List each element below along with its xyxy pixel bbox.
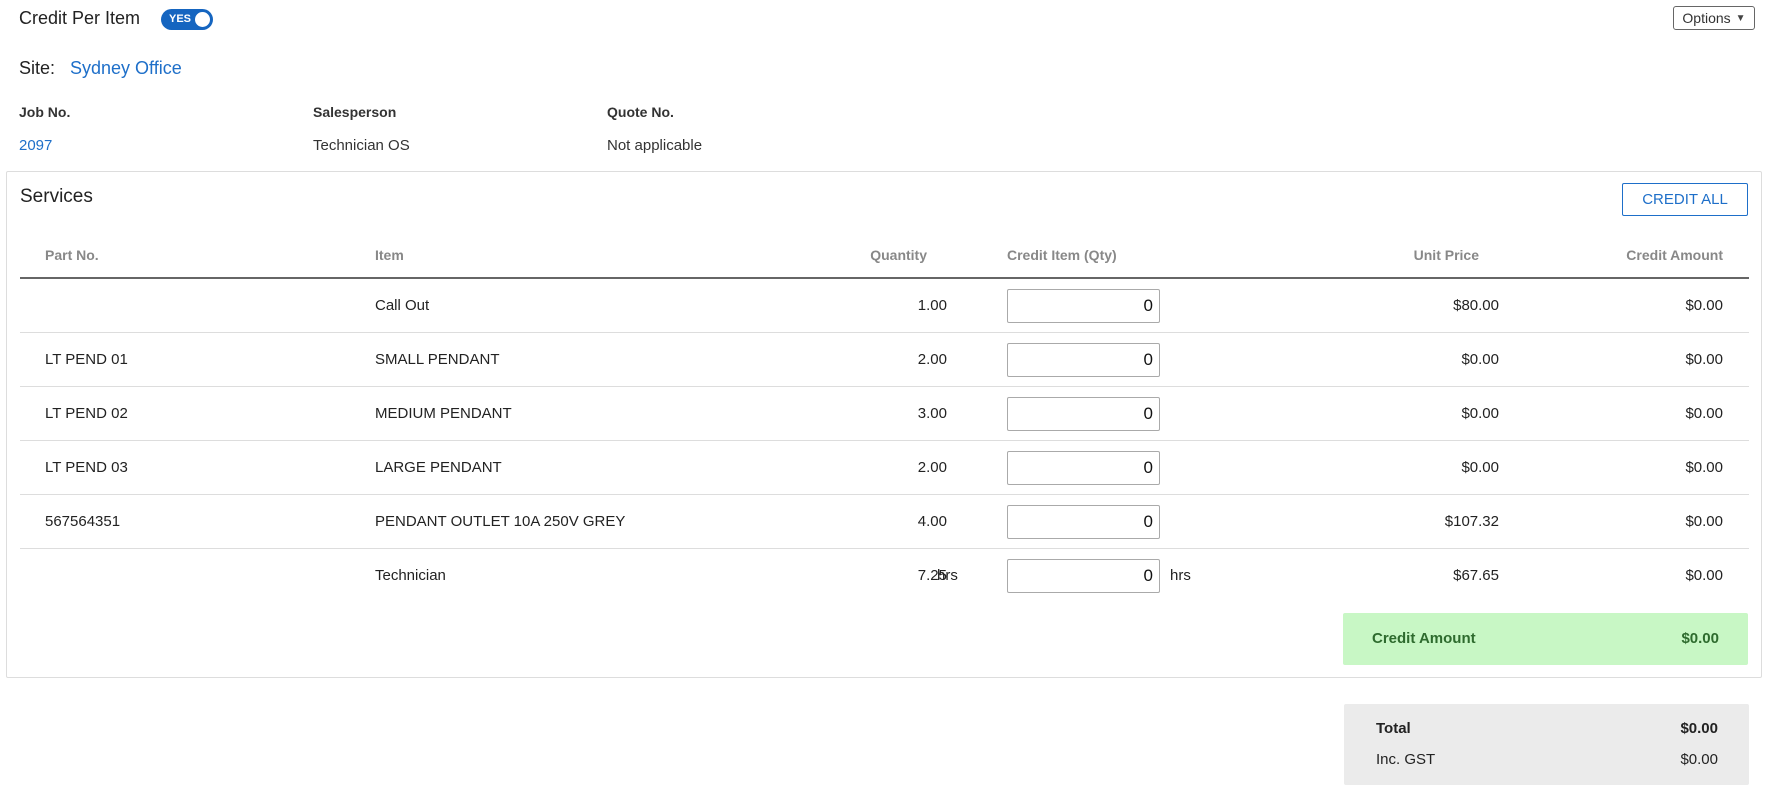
- credit-amount-value: $0.00: [1685, 405, 1723, 422]
- unit-price-value: $0.00: [1461, 459, 1499, 476]
- gst-label: Inc. GST: [1376, 751, 1436, 768]
- toggle-knob: [195, 12, 210, 27]
- quote-number-value: Not applicable: [607, 137, 703, 154]
- item-name: PENDANT OUTLET 10A 250V GREY: [375, 513, 626, 530]
- site-label: Site:: [19, 58, 56, 78]
- salesperson-label: Salesperson: [313, 104, 397, 120]
- total-label: Total: [1376, 720, 1411, 737]
- item-name: LARGE PENDANT: [375, 459, 502, 476]
- credit-qty-cell: [1007, 495, 1160, 548]
- totals-box: Total $0.00 Inc. GST $0.00: [1344, 704, 1749, 785]
- part-number: 567564351: [45, 513, 121, 530]
- column-header-quantity: Quantity: [870, 247, 927, 263]
- table-row: 567564351 PENDANT OUTLET 10A 250V GREY 4.0…: [20, 495, 1749, 549]
- table-row: LT PEND 02 MEDIUM PENDANT 3.00 $0.00 $0.00: [20, 387, 1749, 441]
- credit-amount-value: $0.00: [1685, 459, 1723, 476]
- item-name: Technician: [375, 567, 446, 584]
- credit-qty-cell: [1007, 441, 1160, 494]
- credit-qty-input[interactable]: [1007, 504, 1160, 539]
- credit-qty-cell: [1007, 279, 1160, 332]
- quantity-value: 2.00: [917, 351, 947, 368]
- part-number: LT PEND 02: [45, 405, 128, 422]
- quote-number-label: Quote No.: [607, 104, 674, 120]
- credit-qty-cell: [1007, 333, 1160, 386]
- credit-qty-input[interactable]: [1007, 450, 1160, 485]
- gst-value: $0.00: [1680, 751, 1718, 768]
- unit-price-value: $107.32: [1444, 513, 1499, 530]
- quantity-value: 7.25: [917, 567, 947, 584]
- unit-price-value: $67.65: [1453, 567, 1499, 584]
- table-row: Technician7.25hrshrs$67.65$0.00: [20, 549, 1749, 603]
- item-name: SMALL PENDANT: [375, 351, 500, 368]
- credit-all-button[interactable]: CREDIT ALL: [1622, 183, 1748, 216]
- table-row: Call Out 1.00 $80.00 $0.00: [20, 279, 1749, 333]
- quantity-unit: hrs: [937, 567, 958, 584]
- credit-qty-cell: [1007, 387, 1160, 440]
- credit-qty-input[interactable]: [1007, 342, 1160, 377]
- part-number: LT PEND 01: [45, 351, 128, 368]
- credit-amount-value: $0.00: [1685, 297, 1723, 314]
- credit-amount-summary-value: $0.00: [1681, 630, 1719, 647]
- credit-qty-input[interactable]: [1007, 288, 1160, 323]
- credit-qty-cell: [1007, 549, 1160, 602]
- chevron-down-icon: ▼: [1735, 12, 1746, 24]
- quantity-value: 1.00: [917, 297, 947, 314]
- total-value: $0.00: [1680, 720, 1718, 737]
- credit-amount-value: $0.00: [1685, 567, 1723, 584]
- page-title: Credit Per Item: [19, 8, 141, 28]
- item-name: Call Out: [375, 297, 430, 314]
- toggle-label: YES: [169, 13, 192, 25]
- services-title: Services: [20, 186, 93, 207]
- credit-amount-value: $0.00: [1685, 513, 1723, 530]
- credit-qty-unit: hrs: [1170, 567, 1191, 584]
- column-header-unit-price: Unit Price: [1413, 247, 1479, 263]
- column-header-credit-qty: Credit Item (Qty): [1007, 247, 1117, 263]
- column-header-item: Item: [375, 247, 404, 263]
- part-number: LT PEND 03: [45, 459, 128, 476]
- quantity-value: 4.00: [917, 513, 947, 530]
- credit-qty-input[interactable]: [1007, 558, 1160, 593]
- credit-amount-value: $0.00: [1685, 351, 1723, 368]
- quantity-value: 2.00: [917, 459, 947, 476]
- quantity-value: 3.00: [917, 405, 947, 422]
- column-header-part-no: Part No.: [45, 247, 99, 263]
- column-header-credit-amount: Credit Amount: [1626, 247, 1723, 263]
- job-number-link[interactable]: 2097: [19, 137, 52, 154]
- job-number-label: Job No.: [19, 104, 71, 120]
- item-name: MEDIUM PENDANT: [375, 405, 512, 422]
- credit-amount-summary-label: Credit Amount: [1372, 630, 1476, 647]
- credit-per-item-toggle[interactable]: YES: [161, 9, 213, 30]
- unit-price-value: $0.00: [1461, 405, 1499, 422]
- table-row: LT PEND 03 LARGE PENDANT 2.00 $0.00 $0.00: [20, 441, 1749, 495]
- salesperson-value: Technician OS: [313, 137, 410, 154]
- unit-price-value: $80.00: [1453, 297, 1499, 314]
- credit-amount-summary: Credit Amount $0.00: [1343, 613, 1748, 665]
- table-row: LT PEND 01 SMALL PENDANT 2.00 $0.00 $0.00: [20, 333, 1749, 387]
- site-link[interactable]: Sydney Office: [70, 58, 182, 79]
- options-button[interactable]: Options ▼: [1673, 6, 1755, 30]
- options-label: Options: [1682, 10, 1731, 26]
- unit-price-value: $0.00: [1461, 351, 1499, 368]
- credit-qty-input[interactable]: [1007, 396, 1160, 431]
